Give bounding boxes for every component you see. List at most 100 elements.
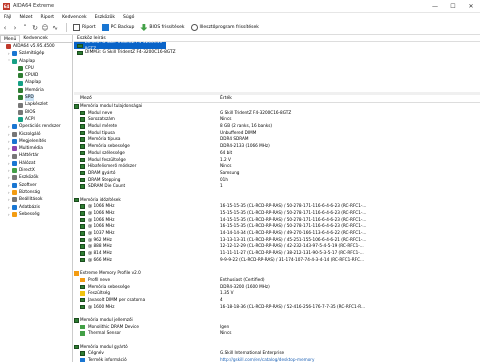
tree-item[interactable]: BIOS (0, 109, 72, 116)
section-header[interactable]: Memória modul tulajdonságai (74, 103, 480, 110)
title-bar: 64 AIDA64 Extreme — ☐ ✕ (0, 0, 480, 13)
tab-menu[interactable]: Menü (0, 35, 21, 42)
tree-item[interactable]: › Operációs rendszer (0, 123, 72, 130)
ram-module-icon (80, 244, 85, 249)
computer-icon (12, 51, 17, 57)
property-row[interactable]: DRAM Stepping 01h (74, 177, 480, 184)
property-row[interactable]: Profil neve Enthusiast (Certified) (74, 277, 480, 284)
property-row[interactable]: @ 1066 MHz 16-15-15-35 (CL-RCD-RP-RAS) / … (74, 203, 480, 210)
tree-item[interactable]: › Adatbázis (0, 204, 72, 211)
property-row[interactable]: Monolithic DRAM Device Igen (74, 324, 480, 331)
property-row[interactable]: Javasolt DIMM per csatorna 4 (74, 297, 480, 304)
tree-item[interactable]: Memória (0, 87, 72, 94)
tree-item[interactable]: SPD (0, 94, 72, 102)
property-row[interactable]: @ 1066 MHz 15-15-15-35 (CL-RCD-RP-RAS) / … (74, 210, 480, 217)
property-row[interactable]: Modul mérete 8 GB (2 ranks, 16 banks) (74, 123, 480, 130)
property-row[interactable]: Modul feszültsége 1.2 V (74, 157, 480, 164)
maximize-button[interactable]: ☐ (444, 0, 462, 13)
property-row[interactable]: Sorozatszám Nincs (74, 116, 480, 123)
column-field[interactable]: Mező (80, 96, 92, 101)
property-row[interactable]: @ 1066 MHz 14-15-15-35 (CL-RCD-RP-RAS) / … (74, 217, 480, 224)
driver-update-button[interactable]: Illesztőprogram frissítések (190, 24, 259, 31)
property-row[interactable]: Termék információ http://gskill.com/en/ca… (74, 357, 480, 362)
ram-module-icon (80, 117, 85, 122)
tree-item[interactable]: CPU (0, 65, 72, 72)
bios-update-button[interactable]: BIOS frissítések (140, 24, 185, 31)
property-row[interactable]: @ 1600 MHz 16-18-18-36 (CL-RCD-RP-RAS) / … (74, 304, 480, 311)
property-row[interactable]: Memória sebessége DDR4-2133 (1066 MHz) (74, 143, 480, 150)
ram-module-icon (74, 318, 79, 323)
property-row[interactable]: Modul szélessége 64 bit (74, 150, 480, 157)
tree-item[interactable]: › Biztonság (0, 189, 72, 196)
property-row[interactable]: Feszültség 1.35 V (74, 290, 480, 297)
section-header[interactable]: Memória modul jellemzői (74, 317, 480, 324)
report-button[interactable]: Riport (73, 24, 96, 31)
tab-favorites[interactable]: Kedvencek (20, 35, 50, 42)
property-row[interactable]: DRAM gyártó Samsung (74, 170, 480, 177)
tree-item[interactable]: ACPI (0, 116, 72, 123)
chart-icon[interactable]: ∿ (50, 24, 60, 32)
pc-backup-button[interactable]: PC Backup (101, 24, 134, 31)
tree-item-label: Sebesség (19, 211, 40, 217)
property-row[interactable]: Modul neve G Skill TridentZ F4-3200C16-8G… (74, 110, 480, 117)
section-header[interactable]: Extreme Memory Profile v2.0 (74, 270, 480, 277)
report-icon (73, 24, 80, 31)
section-header[interactable]: Memória időzítések (74, 197, 480, 204)
property-row[interactable]: SDRAM Die Count 1 (74, 183, 480, 190)
refresh-button[interactable]: ↻ (30, 24, 40, 32)
menu-favorites[interactable]: Kedvencek (62, 15, 86, 20)
tree-item[interactable]: ˅ Alaplap (0, 58, 72, 65)
property-row[interactable]: Thermal Sensor Nincs (74, 330, 480, 337)
ram-module-icon (80, 257, 85, 263)
device-item-dimm3[interactable]: DIMM3: G Skill TridentZ F4-3200C16-8GTZ (74, 49, 480, 56)
forward-button[interactable]: › (10, 24, 20, 32)
property-row[interactable]: @ 666 MHz 9-9-9-22 (CL-RCD-RP-RAS) / 31-1… (74, 257, 480, 264)
property-row[interactable]: Modul típusa Unbuffered DIMM (74, 130, 480, 137)
tree-item-label: DirectX (19, 168, 35, 174)
section-header[interactable]: Memória modul gyártó (74, 344, 480, 351)
tree-item[interactable]: CPUID (0, 72, 72, 79)
tree-item[interactable]: Lapkészlet (0, 101, 72, 108)
display-icon (12, 139, 17, 144)
menu-tools[interactable]: Eszközök (95, 15, 115, 20)
user-icon[interactable]: ☺ (40, 24, 50, 32)
property-row[interactable]: @ 962 MHz 13-13-13-31 (CL-RCD-RP-RAS) / 4… (74, 237, 480, 244)
menu-help[interactable]: Súgó (123, 15, 134, 20)
device-item-dimm1[interactable]: DIMM1: G Skill TridentZ F4-3200C16-8GTZ (74, 40, 166, 52)
tree-item[interactable]: › Háttértár (0, 152, 72, 159)
menu-report[interactable]: Riport (40, 15, 54, 20)
tree-item[interactable]: › Számítógép (0, 50, 72, 57)
tree-item[interactable]: › Kiszolgáló (0, 131, 72, 138)
tree-item[interactable]: › Szoftver (0, 182, 72, 189)
property-name: Sorozatszám (88, 116, 115, 122)
close-button[interactable]: ✕ (462, 0, 480, 13)
up-button[interactable]: ˄ (20, 24, 30, 32)
property-row[interactable]: @ 1066 MHz 16-15-15-35 (CL-RCD-RP-RAS) / … (74, 223, 480, 230)
tree-item[interactable]: AIDA64 v5.95.4500 (0, 43, 72, 50)
property-name: @ 814 MHz (88, 250, 112, 256)
tree-item[interactable]: › Multimédia (0, 145, 72, 152)
product-info-link[interactable]: http://gskill.com/en/catalog/desktop-mem… (220, 357, 315, 362)
property-row[interactable]: Memória sebessége DDR4-3200 (1600 MHz) (74, 284, 480, 291)
ram-module-icon (77, 50, 83, 55)
minimize-button[interactable]: — (426, 0, 444, 13)
tree-item[interactable]: Alaplap (0, 79, 72, 86)
property-row[interactable]: Cégnév G.Skill International Enterprise (74, 350, 480, 357)
tree-item[interactable]: › Sebesség (0, 211, 72, 218)
tree-item[interactable]: › Megjelenítés (0, 138, 72, 145)
menu-view[interactable]: Nézet (19, 15, 32, 20)
tree-item[interactable]: › DirectX (0, 167, 72, 174)
property-row[interactable]: Memória típusa DDR4 SDRAM (74, 136, 480, 143)
column-value[interactable]: Érték (220, 96, 232, 101)
tree-item[interactable]: › Eszközök (0, 174, 72, 181)
property-row[interactable]: @ 814 MHz 11-11-11-27 (CL-RCD-RP-RAS) / 3… (74, 250, 480, 257)
tree-item[interactable]: › Hálózat (0, 160, 72, 167)
menu-file[interactable]: Fájl (4, 15, 11, 20)
property-row[interactable]: @ 1037 MHz 14-14-14-34 (CL-RCD-RP-RAS) / … (74, 230, 480, 237)
tree-item-label: CPUID (25, 73, 39, 79)
back-button[interactable]: ‹ (0, 24, 10, 32)
motherboard-icon (12, 58, 17, 64)
tree-item[interactable]: › Beállítások (0, 196, 72, 203)
property-row[interactable]: Hibafelismerő módszer Nincs (74, 163, 480, 170)
property-row[interactable]: @ 888 MHz 12-12-12-29 (CL-RCD-RP-RAS) / 4… (74, 243, 480, 250)
